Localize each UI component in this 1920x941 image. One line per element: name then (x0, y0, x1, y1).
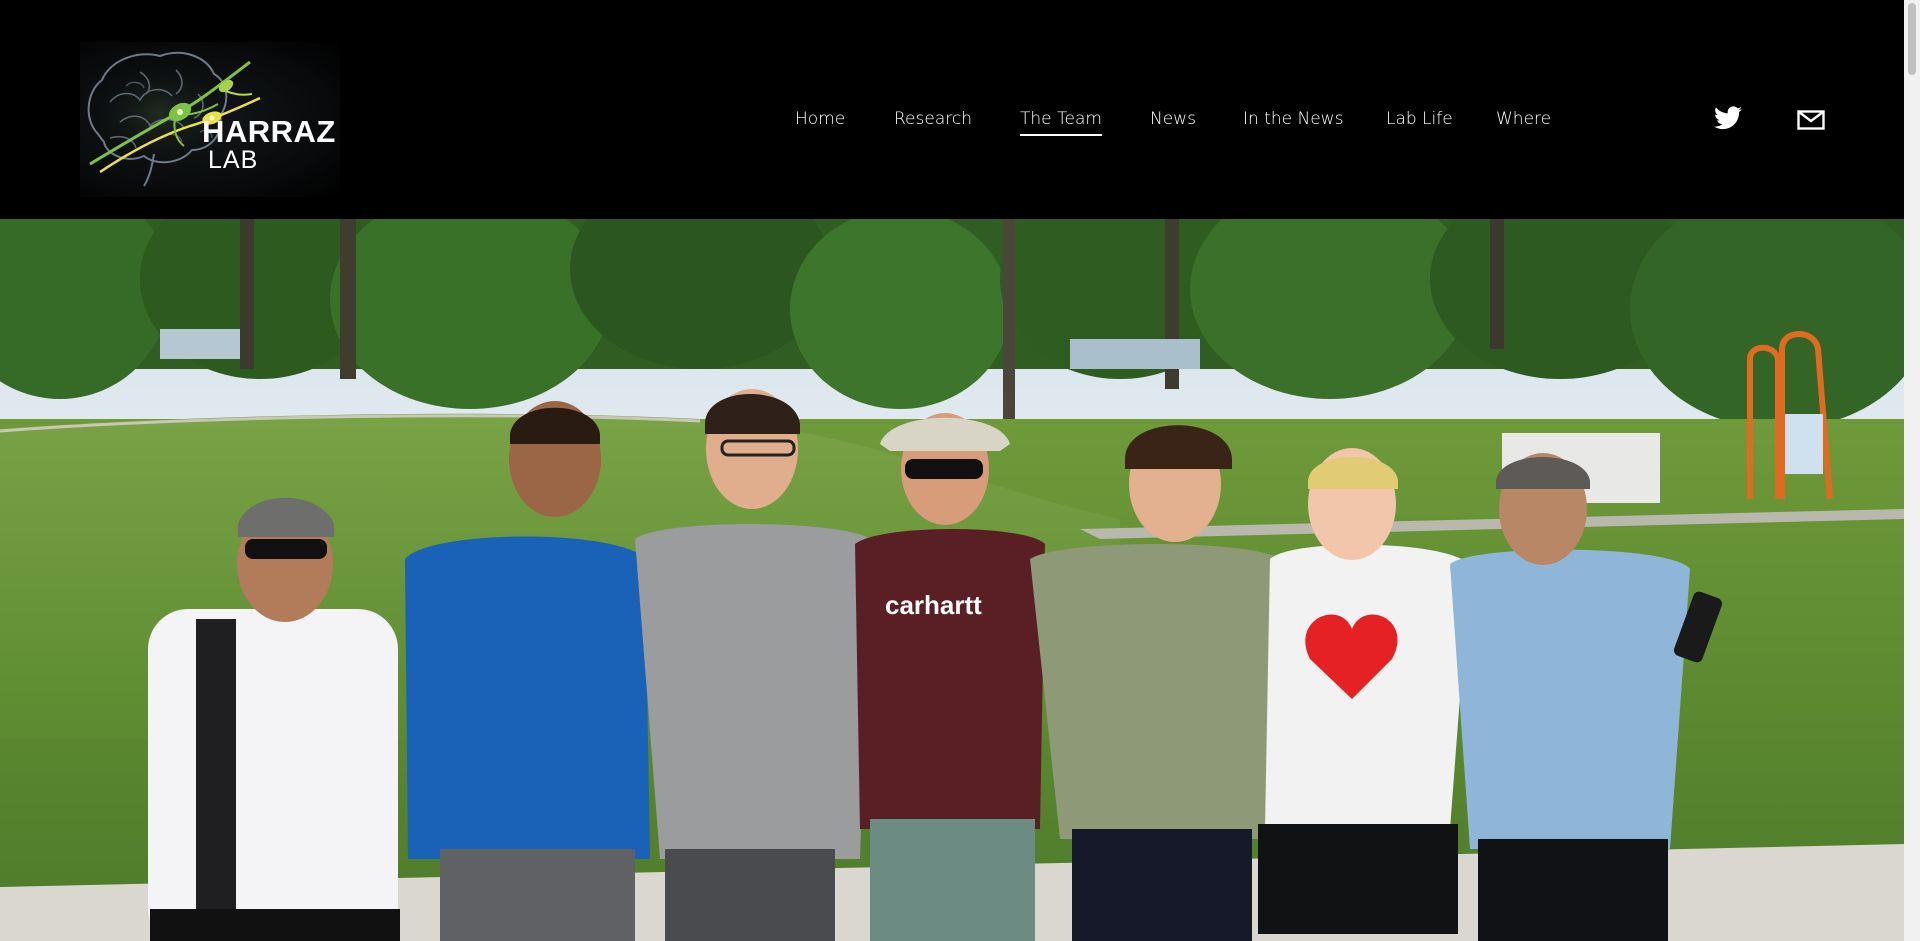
team-group-photo: carhartt (0, 219, 1904, 941)
lab-logo[interactable]: HARRAZ LAB (80, 42, 340, 197)
logo-subtitle: LAB (208, 146, 259, 174)
nav-news[interactable]: News (1150, 109, 1196, 129)
logo-title: HARRAZ (202, 114, 336, 149)
nav-the-team[interactable]: The Team (1020, 109, 1102, 136)
scrollbar-thumb[interactable] (1908, 3, 1916, 75)
nav-research[interactable]: Research (894, 109, 972, 129)
nav-where[interactable]: Where (1496, 109, 1551, 129)
nav-lab-life[interactable]: Lab Life (1386, 109, 1453, 129)
nav-home[interactable]: Home (795, 109, 845, 129)
page-scrollbar[interactable] (1904, 0, 1920, 941)
svg-text:carhartt: carhartt (885, 590, 982, 620)
mail-icon[interactable] (1797, 110, 1825, 134)
twitter-icon[interactable] (1714, 106, 1742, 134)
nav-in-the-news[interactable]: In the News (1243, 109, 1343, 129)
team-photo: carhartt (0, 219, 1904, 941)
site-header: HARRAZ LAB Home Research The Team News I… (0, 0, 1904, 219)
